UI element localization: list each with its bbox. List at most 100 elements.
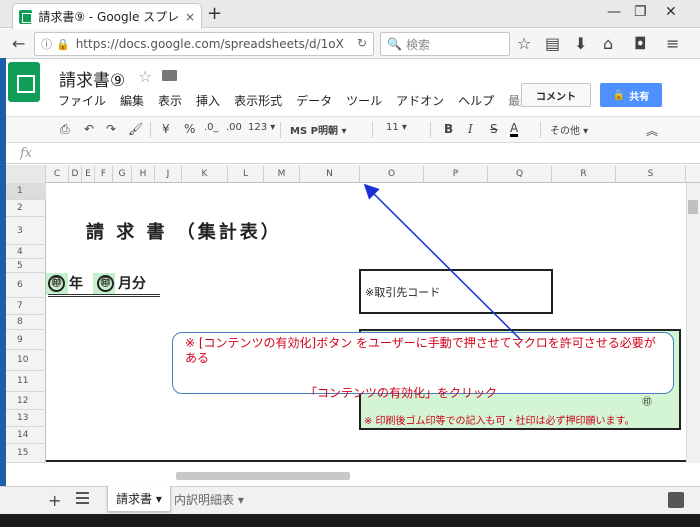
column-header[interactable]: D: [69, 165, 82, 183]
share-button[interactable]: 🔒 共有: [600, 83, 662, 107]
row-header[interactable]: 2: [0, 200, 46, 217]
column-header[interactable]: R: [552, 165, 616, 183]
comment-button[interactable]: コメント: [521, 83, 591, 107]
column-header[interactable]: H: [132, 165, 155, 183]
column-header[interactable]: L: [228, 165, 264, 183]
menu-file[interactable]: ファイル: [58, 92, 106, 109]
close-window-button[interactable]: ✕: [665, 4, 677, 20]
column-header[interactable]: C: [46, 165, 69, 183]
font-dropdown[interactable]: MS P明朝 ▾: [290, 122, 346, 137]
sheet-tab-details[interactable]: 内訳明細表 ▾: [166, 486, 252, 512]
back-arrow-icon[interactable]: ←: [12, 34, 25, 53]
menu-format[interactable]: 表示形式: [234, 92, 282, 109]
row-header[interactable]: 7: [0, 298, 46, 315]
more-dropdown[interactable]: その他 ▾: [550, 122, 588, 137]
pocket-icon[interactable]: ◘: [634, 34, 647, 53]
reload-icon[interactable]: ↻: [357, 36, 367, 50]
reading-list-icon[interactable]: ▤: [545, 34, 560, 53]
menu-icon[interactable]: ≡: [666, 34, 679, 53]
menu-bar: ファイル 編集 表示 挿入 表示形式 データ ツール アドオン ヘルプ 最終編.…: [58, 92, 570, 109]
invoice-heading: 請 求 書 （集計表）: [86, 222, 282, 243]
column-header[interactable]: M: [264, 165, 300, 183]
address-bar[interactable]: ⓘ 🔒 https://docs.google.com/spreadsheets…: [34, 32, 374, 56]
sheet-tab-invoice[interactable]: 請求書 ▾: [107, 486, 171, 512]
row-header[interactable]: 12: [0, 392, 46, 410]
column-header[interactable]: N: [300, 165, 360, 183]
info-icon[interactable]: ⓘ: [41, 36, 52, 52]
row-header[interactable]: 6: [0, 273, 46, 298]
menu-tools[interactable]: ツール: [346, 92, 382, 109]
redo-icon[interactable]: ↷: [106, 122, 116, 136]
row-header[interactable]: 11: [0, 371, 46, 392]
star-icon[interactable]: ☆: [138, 67, 152, 86]
folder-icon[interactable]: [162, 70, 177, 81]
row-header[interactable]: 15: [0, 444, 46, 463]
column-header[interactable]: O: [360, 165, 424, 183]
vertical-scroll-thumb[interactable]: [688, 200, 698, 214]
row-header[interactable]: 14: [0, 427, 46, 444]
row-header[interactable]: 9: [0, 330, 46, 350]
italic-button[interactable]: I: [468, 122, 473, 136]
bold-button[interactable]: B: [444, 122, 453, 136]
new-tab-button[interactable]: +: [207, 3, 222, 24]
print-icon[interactable]: ⎙: [60, 122, 70, 137]
home-icon[interactable]: ⌂: [603, 34, 613, 53]
number-format-dropdown[interactable]: 123 ▾: [248, 122, 275, 133]
text-color-button[interactable]: A: [510, 122, 519, 137]
formula-bar[interactable]: fx: [0, 144, 700, 164]
column-header[interactable]: K: [182, 165, 228, 183]
tab-close-icon[interactable]: ×: [185, 10, 195, 24]
double-underline: [48, 294, 160, 297]
percent-button[interactable]: %: [184, 122, 195, 136]
all-sheets-icon[interactable]: [76, 492, 89, 504]
row-header-column: 1 2 3 4 5 6 7 8 9 10 11 12 13 14 15: [0, 183, 46, 463]
row-header[interactable]: 3: [0, 217, 46, 245]
minimize-button[interactable]: —: [607, 4, 621, 20]
browser-tab[interactable]: 請求書⑨ - Google スプレッド: ×: [12, 3, 202, 29]
sheets-logo-icon[interactable]: [8, 62, 40, 102]
menu-data[interactable]: データ: [296, 92, 332, 109]
menu-insert[interactable]: 挿入: [196, 92, 220, 109]
menu-edit[interactable]: 編集: [120, 92, 144, 109]
callout-text: ※ [コンテンツの有効化]ボタン をユーザーに手動で押させてマクロを許可させる必…: [185, 336, 656, 365]
download-icon[interactable]: ⬇: [574, 34, 587, 53]
decrease-decimal-button[interactable]: .0_: [204, 122, 219, 133]
year-month-row: ㊞ 年 ㊞ 月分: [48, 273, 146, 293]
column-header[interactable]: E: [82, 165, 95, 183]
menu-addons[interactable]: アドオン: [396, 92, 444, 109]
column-header[interactable]: F: [95, 165, 113, 183]
row-header[interactable]: 4: [0, 245, 46, 259]
menu-help[interactable]: ヘルプ: [458, 92, 494, 109]
undo-icon[interactable]: ↶: [84, 122, 94, 136]
menu-view[interactable]: 表示: [158, 92, 182, 109]
collapse-toolbar-icon[interactable]: ︽: [646, 122, 658, 139]
row-header[interactable]: 5: [0, 259, 46, 273]
bookmark-star-icon[interactable]: ☆: [517, 34, 531, 53]
column-header[interactable]: S: [616, 165, 686, 183]
font-size-dropdown[interactable]: 11 ▾: [386, 122, 407, 133]
sheets-favicon-icon: [19, 9, 33, 24]
paint-format-icon[interactable]: 🖌: [128, 122, 143, 136]
currency-button[interactable]: ¥: [162, 122, 170, 136]
horizontal-scroll-thumb[interactable]: [176, 472, 350, 480]
vertical-scrollbar[interactable]: [686, 183, 700, 463]
restore-button[interactable]: ❐: [634, 4, 647, 20]
column-header[interactable]: G: [113, 165, 132, 183]
row-header[interactable]: 10: [0, 350, 46, 371]
column-header[interactable]: Q: [488, 165, 552, 183]
select-all-corner[interactable]: [0, 165, 46, 183]
explore-icon[interactable]: [668, 492, 684, 508]
row-header[interactable]: 1: [0, 183, 46, 200]
search-input[interactable]: 🔍 検索: [380, 32, 510, 56]
row-header[interactable]: 13: [0, 410, 46, 427]
toolbar-divider: [372, 122, 373, 138]
taskbar: [0, 514, 700, 527]
row-header[interactable]: 8: [0, 315, 46, 330]
document-title[interactable]: 請求書⑨: [59, 66, 125, 91]
add-sheet-button[interactable]: +: [48, 491, 61, 510]
column-header[interactable]: P: [424, 165, 488, 183]
client-code-box[interactable]: ※取引先コード: [359, 269, 553, 314]
strikethrough-button[interactable]: S: [490, 122, 498, 136]
increase-decimal-button[interactable]: .00: [226, 122, 242, 133]
column-header[interactable]: J: [155, 165, 182, 183]
